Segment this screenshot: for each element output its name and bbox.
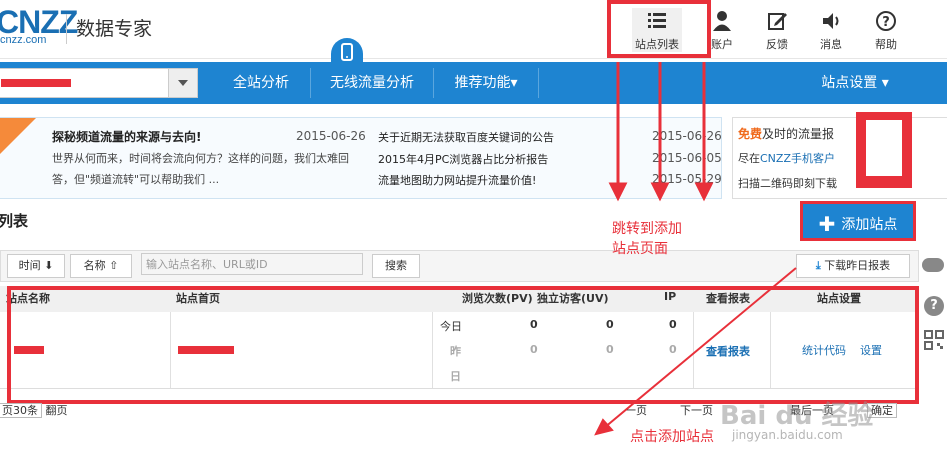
annotation-jump-1: 跳转到添加 — [612, 221, 682, 237]
baidu-watermark-url: jingyan.baidu.com — [732, 428, 843, 442]
baidu-watermark: Bai du 经验 — [720, 401, 874, 431]
annotation-click-add: 点击添加站点 — [630, 429, 714, 445]
annotation-jump-2: 站点页面 — [612, 241, 668, 257]
